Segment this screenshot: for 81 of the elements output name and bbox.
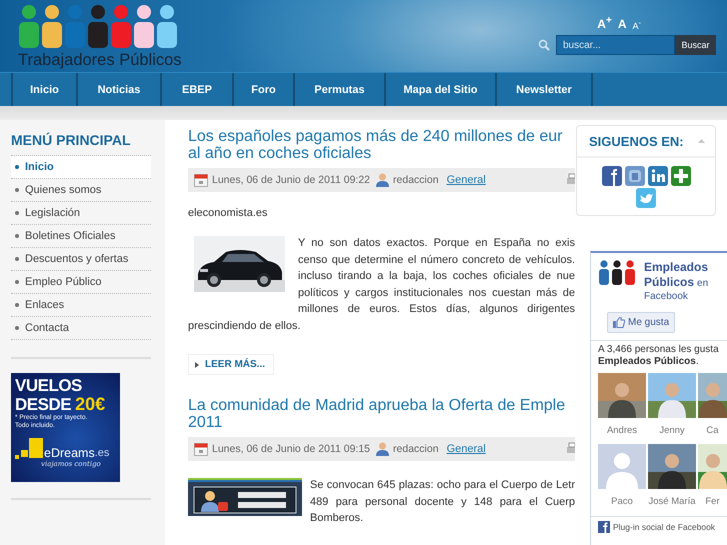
feed-icon[interactable] bbox=[624, 166, 644, 186]
ad-brand: eDreams bbox=[44, 446, 95, 460]
font-size-button[interactable]: A$^{-}$ bbox=[631, 18, 642, 31]
ad-headline: DESDE bbox=[15, 395, 72, 414]
article-text-line: políticos y cargos institucionales nos cuestan más de bbox=[298, 286, 575, 300]
menu-item[interactable]: Enlaces bbox=[11, 294, 151, 317]
article-text-line: censo que determine el número concreto de vehículos. bbox=[298, 252, 575, 268]
menu-item[interactable]: Legislación bbox=[11, 202, 151, 225]
article-text-line: incluso tirando a la baja, los coches oficiales de nue bbox=[298, 269, 575, 284]
font-size-button[interactable]: A$^{+}$ bbox=[596, 15, 613, 31]
bullet-icon bbox=[15, 211, 19, 215]
article-title[interactable]: La comunidad de Madrid aprueba la Oferta de Emple bbox=[188, 397, 575, 414]
bird-icon[interactable] bbox=[636, 188, 656, 208]
facebook-icon[interactable] bbox=[602, 166, 622, 186]
fan-name[interactable]: José María bbox=[648, 496, 696, 507]
bullet-icon bbox=[15, 257, 19, 261]
plus-icon[interactable] bbox=[670, 166, 690, 186]
facebook-icon bbox=[598, 521, 610, 533]
search-field[interactable]: buscar... bbox=[556, 35, 675, 55]
user-icon bbox=[376, 173, 390, 187]
article-title[interactable]: Los españoles pagamos más de 240 millones de eur bbox=[188, 128, 575, 145]
platform-link[interactable]: Facebook bbox=[644, 290, 708, 304]
page-name-link[interactable]: Públicos bbox=[644, 275, 694, 290]
search-icon bbox=[538, 39, 550, 51]
printer-icon[interactable] bbox=[567, 442, 575, 456]
article-date: Lunes, 06 de Junio de 2011 09:15 bbox=[212, 443, 370, 455]
caret-icon bbox=[195, 362, 199, 368]
article-title[interactable]: 2011 bbox=[188, 414, 575, 431]
bullet-icon bbox=[15, 188, 19, 192]
like-button[interactable]: Me gusta bbox=[607, 312, 676, 333]
article-author: redaccion bbox=[393, 174, 439, 186]
thumbs-up-icon bbox=[613, 317, 625, 328]
linkedin-icon[interactable] bbox=[648, 166, 668, 186]
article-title[interactable]: al año en coches oficiales bbox=[188, 145, 575, 162]
connector-text: en bbox=[697, 278, 708, 289]
search-button[interactable]: Buscar bbox=[675, 35, 716, 55]
people-logo-icon bbox=[18, 4, 178, 48]
article-text-line: 489 para personal docente y 148 para el Cuerp bbox=[310, 494, 575, 510]
category-link[interactable]: General bbox=[446, 443, 486, 455]
bullet-icon bbox=[15, 326, 19, 330]
ad-headline: VUELOS bbox=[15, 376, 83, 395]
menu-item[interactable]: Boletines Oficiales bbox=[11, 225, 151, 248]
calendar-icon bbox=[194, 442, 208, 456]
article-author: redaccion bbox=[393, 443, 439, 455]
menu-item[interactable]: Empleo Público bbox=[11, 271, 151, 294]
menu-item[interactable]: Inicio bbox=[11, 156, 151, 179]
article-text-line: Y no son datos exactos. Porque en España no exis bbox=[298, 236, 575, 251]
article-text-line: Se convocan 645 plazas: ocho para el Cuerpo de Letr bbox=[310, 478, 575, 493]
font-size-button[interactable]: A bbox=[616, 17, 628, 31]
ad-brand-suffix: .es bbox=[94, 446, 110, 460]
page-name-link[interactable]: Empleados bbox=[644, 260, 708, 275]
user-icon bbox=[376, 442, 390, 456]
squares-logo-icon bbox=[15, 436, 43, 460]
fan-name[interactable]: Jenny bbox=[659, 425, 685, 436]
article-date: Lunes, 06 de Junio de 2011 09:22 bbox=[212, 174, 370, 186]
menu-title: MENÚ PRINCIPAL bbox=[11, 132, 132, 148]
category-link[interactable]: General bbox=[446, 174, 486, 186]
plugin-footer: Plug-in social de Facebook bbox=[613, 522, 716, 532]
menu-item[interactable]: Quienes somos bbox=[11, 179, 151, 202]
bullet-icon bbox=[15, 303, 19, 307]
panel-title: SIGUENOS EN: bbox=[589, 134, 684, 148]
menu-item[interactable]: Contacta bbox=[11, 317, 151, 340]
ad-price: 20€ bbox=[75, 395, 106, 414]
site-title: Trabajadores Públicos bbox=[18, 51, 182, 70]
article-text-line: millones de euros. Estos días, algunos dirigentes bbox=[298, 302, 575, 317]
bullet-icon bbox=[15, 234, 19, 238]
article-source: eleconomista.es bbox=[188, 207, 268, 219]
bullet-icon bbox=[15, 165, 19, 169]
fan-name[interactable]: Fer bbox=[705, 496, 720, 507]
read-more-button[interactable]: LEER MÁS... bbox=[188, 354, 274, 375]
fan-name[interactable]: Andres bbox=[606, 425, 638, 436]
calendar-icon bbox=[194, 173, 208, 187]
fan-name[interactable]: Ca bbox=[706, 425, 719, 436]
fan-name[interactable]: Paco bbox=[611, 496, 633, 507]
menu-item[interactable]: Descuentos y ofertas bbox=[11, 248, 151, 271]
likes-text: Empleados Públicos. bbox=[598, 356, 700, 367]
printer-icon[interactable] bbox=[567, 173, 575, 187]
article-text-line: Bomberos. bbox=[309, 511, 364, 526]
article-text-line: prescindiendo de ellos. bbox=[188, 318, 302, 334]
bullet-icon bbox=[15, 280, 19, 284]
likes-text: A 3,466 personas les gusta bbox=[598, 344, 720, 355]
